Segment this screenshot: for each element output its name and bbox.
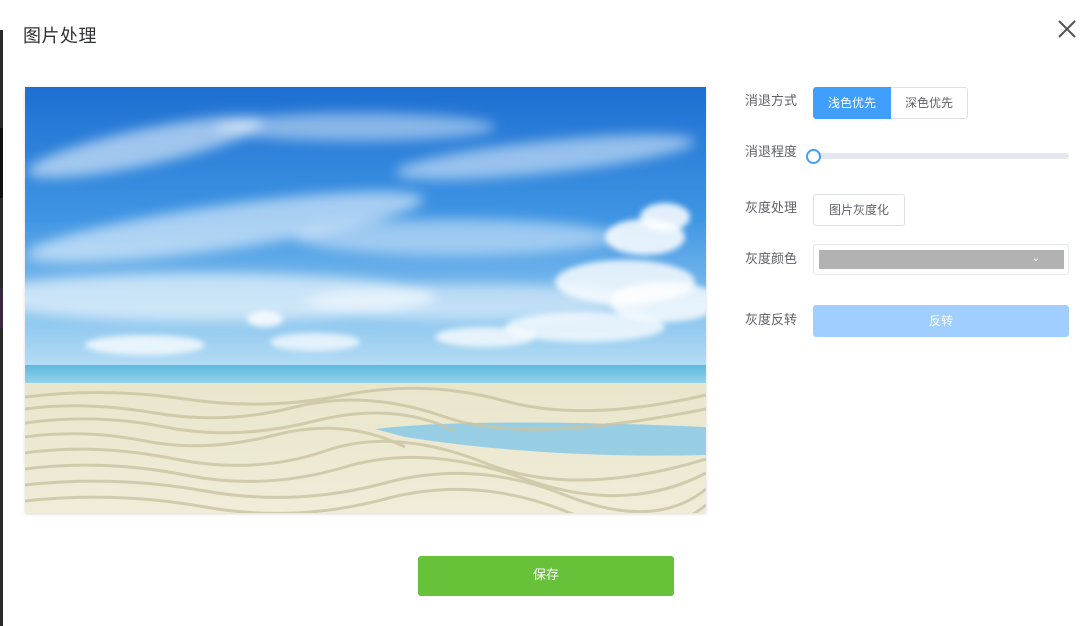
background-edge-mark — [0, 288, 3, 328]
gray-invert-label: 灰度反转 — [745, 313, 798, 328]
save-button[interactable]: 保存 — [418, 556, 674, 596]
gray-color-label: 灰度颜色 — [745, 252, 798, 267]
slider-track — [813, 153, 1069, 159]
dark-first-button[interactable]: 深色优先 — [891, 87, 969, 119]
grayscale-button[interactable]: 图片灰度化 — [813, 194, 905, 226]
slider-handle[interactable] — [806, 149, 821, 164]
background-edge — [0, 30, 3, 626]
close-button[interactable] — [1055, 17, 1079, 41]
beach-sky-image — [25, 87, 706, 513]
chevron-down-icon: ⌄ — [1031, 253, 1040, 264]
close-icon — [1058, 20, 1076, 38]
color-swatch — [819, 250, 1064, 269]
image-preview — [25, 87, 706, 513]
background-edge-mark — [0, 128, 3, 198]
fade-level-label: 消退程度 — [745, 145, 798, 160]
fade-mode-toggle: 浅色优先 深色优先 — [813, 87, 969, 119]
dialog-title: 图片处理 — [23, 26, 97, 47]
image-processing-dialog: 图片处理 消退方式 浅色优先 深色优先 消退程度 灰度处理 图片灰度化 灰度颜色… — [0, 0, 1089, 626]
fade-level-slider[interactable] — [806, 149, 1069, 164]
light-first-button[interactable]: 浅色优先 — [813, 87, 892, 119]
invert-button[interactable]: 反转 — [813, 305, 1069, 337]
fade-mode-label: 消退方式 — [745, 94, 798, 109]
grayscale-label: 灰度处理 — [745, 201, 798, 216]
gray-color-picker[interactable]: ⌄ — [813, 244, 1069, 275]
